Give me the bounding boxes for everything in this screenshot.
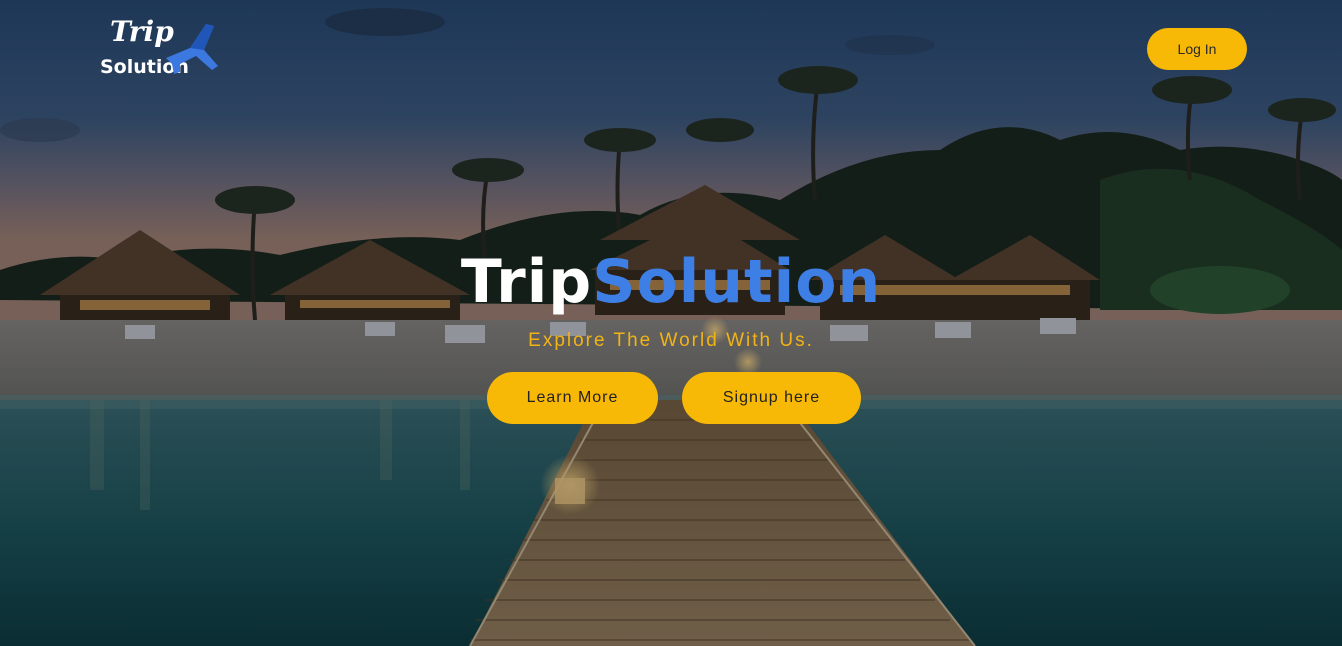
hero-title: TripSolution [0, 244, 1342, 320]
hero-background-image [0, 0, 1342, 646]
plane-icon [166, 24, 218, 74]
login-button[interactable]: Log In [1147, 28, 1247, 70]
learn-more-button[interactable]: Learn More [487, 372, 658, 424]
hero-section [0, 0, 1342, 646]
hero-title-part1: Trip [460, 247, 593, 317]
brand-logo[interactable]: Trip Solution [98, 16, 222, 82]
hero-tagline: Explore The World With Us. [528, 330, 814, 351]
hero-title-part2: Solution [592, 247, 882, 317]
signup-button[interactable]: Signup here [682, 372, 861, 424]
